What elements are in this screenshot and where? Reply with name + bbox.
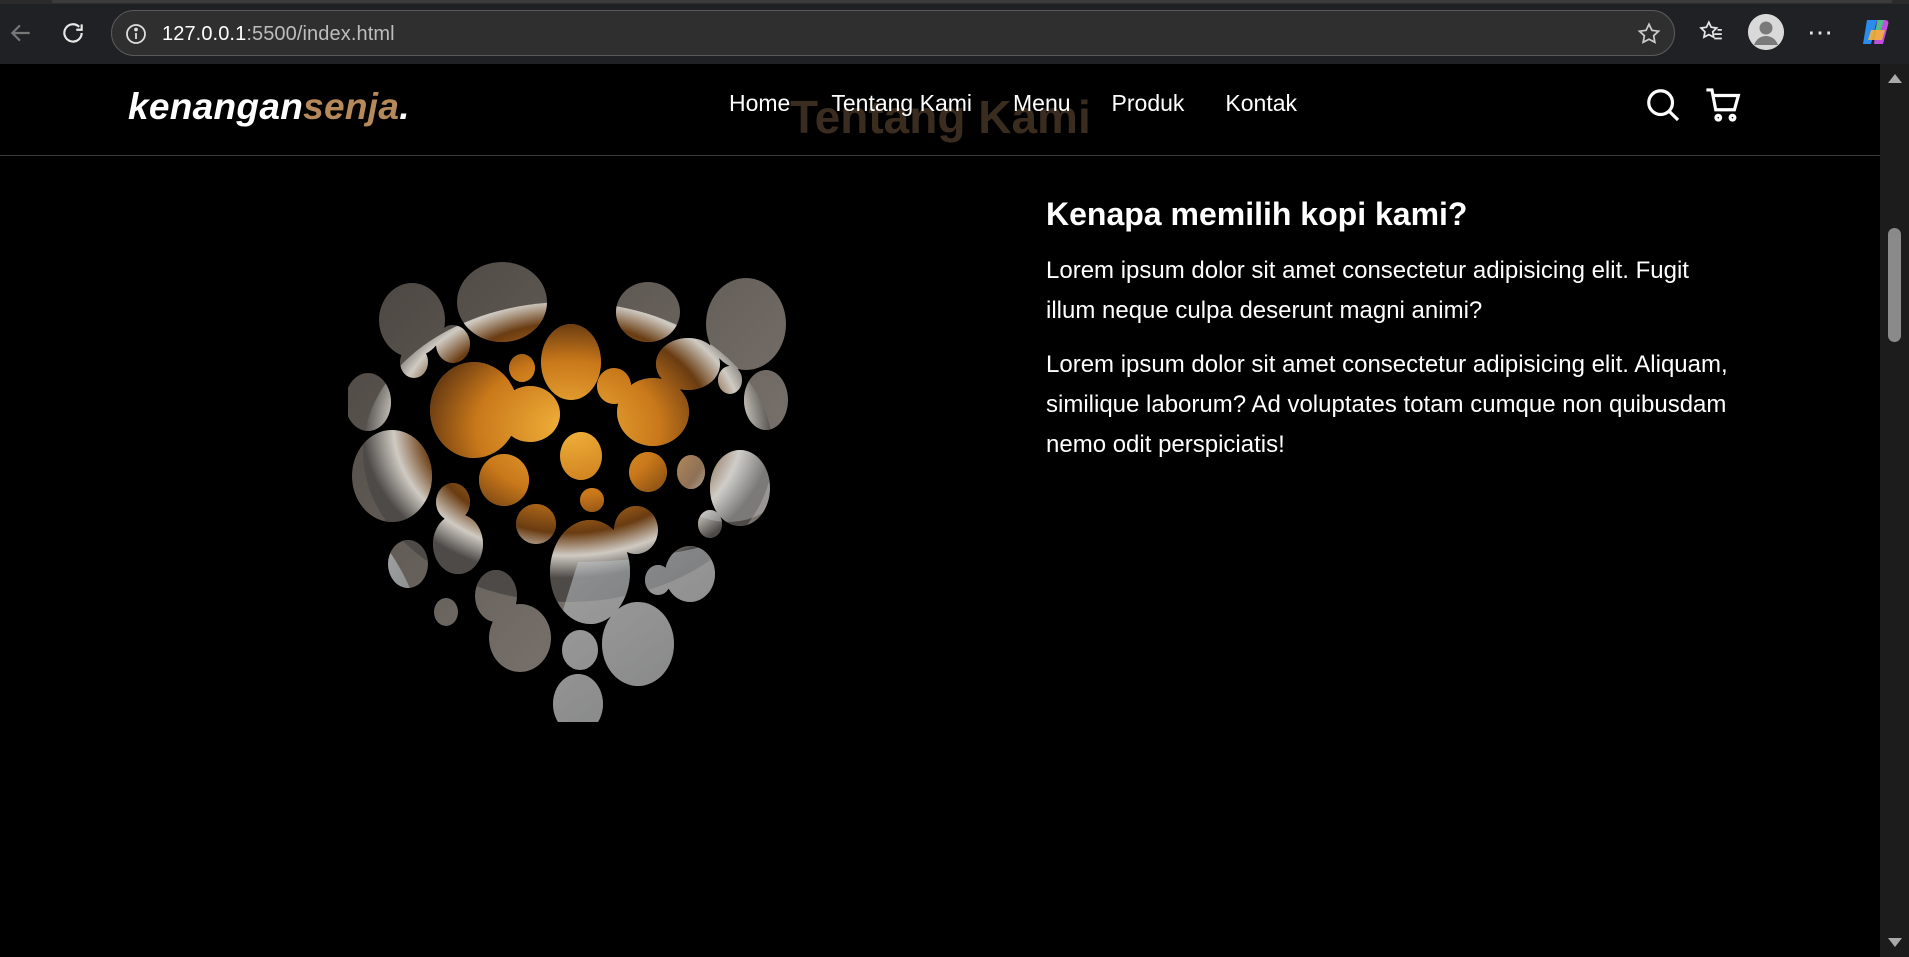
site-info-icon[interactable] — [124, 22, 148, 46]
shopping-cart-icon[interactable] — [1704, 86, 1742, 124]
about-paragraph-2: Lorem ipsum dolor sit amet consectetur a… — [1046, 351, 1728, 458]
page-scrollbar[interactable] — [1880, 64, 1909, 957]
favorites-icon[interactable] — [1695, 16, 1727, 48]
page-viewport: kenangansenja. Tentang Kami Home Tentang… — [0, 64, 1880, 957]
nav-link-produk[interactable]: Produk — [1112, 90, 1185, 117]
navbar-icons — [1644, 86, 1742, 124]
search-icon[interactable] — [1644, 86, 1682, 124]
logo-main-text: kenangan — [128, 86, 304, 127]
scrollbar-thumb[interactable] — [1888, 228, 1901, 342]
site-navbar: kenangansenja. Tentang Kami Home Tentang… — [0, 64, 1880, 156]
nav-link-home[interactable]: Home — [729, 90, 790, 117]
scroll-up-arrow-icon[interactable] — [1888, 74, 1902, 83]
nav-link-kontak[interactable]: Kontak — [1225, 90, 1297, 117]
copilot-icon[interactable] — [1858, 14, 1894, 50]
back-button[interactable] — [2, 14, 40, 52]
favorite-star-icon[interactable] — [1636, 21, 1662, 47]
url-path: :5500/index.html — [246, 23, 395, 45]
about-content: Kenapa memilih kopi kami? Lorem ipsum do… — [1046, 196, 1736, 479]
address-bar[interactable]: 127.0.0.1:5500/index.html — [111, 10, 1675, 56]
browser-toolbar: 127.0.0.1:5500/index.html ⋯ — [0, 0, 1909, 64]
reload-button[interactable] — [54, 14, 92, 52]
logo-accent-text: senja — [303, 86, 400, 127]
main-nav: Home Tentang Kami Menu Produk Kontak — [729, 90, 1338, 117]
url-text: 127.0.0.1:5500/index.html — [162, 23, 395, 46]
logo-dot: . — [399, 86, 410, 127]
profile-avatar-icon[interactable] — [1748, 14, 1784, 50]
coffee-beans-heart-image — [348, 262, 808, 722]
about-heading: Kenapa memilih kopi kami? — [1046, 196, 1468, 232]
scroll-down-arrow-icon[interactable] — [1888, 938, 1902, 947]
site-logo[interactable]: kenangansenja. — [128, 86, 410, 128]
url-host: 127.0.0.1 — [162, 23, 247, 45]
tab-strip-edge — [0, 0, 1909, 4]
nav-link-tentang-kami[interactable]: Tentang Kami — [831, 90, 972, 117]
nav-link-menu[interactable]: Menu — [1013, 90, 1071, 117]
more-options-icon[interactable]: ⋯ — [1804, 16, 1836, 48]
about-paragraph-1: Lorem ipsum dolor sit amet consectetur a… — [1046, 257, 1689, 324]
